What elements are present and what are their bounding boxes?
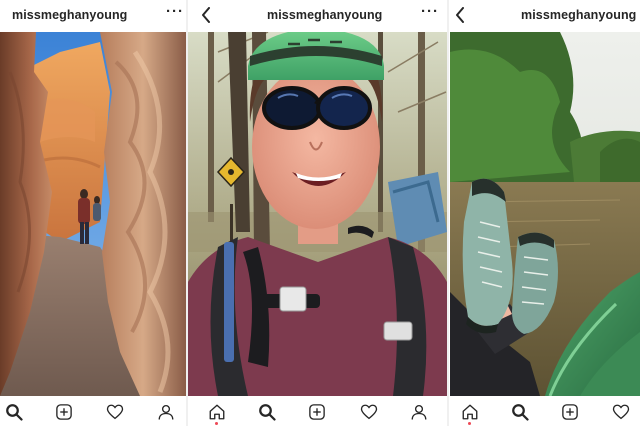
home-icon[interactable] [208,403,226,421]
screen-post-river: missmeghanyoung [450,0,640,426]
profile-icon[interactable] [157,403,175,421]
screen-post-canyon: missmeghanyoung ··· [0,0,186,426]
bottom-nav [188,398,447,426]
username-link[interactable]: missmeghanyoung [267,8,382,22]
selfie-with-helmet-photo [188,32,447,396]
search-icon[interactable] [511,403,529,421]
profile-icon[interactable] [410,403,428,421]
heart-icon[interactable] [612,403,630,421]
screen-divider [447,0,449,426]
search-icon[interactable] [5,403,23,421]
activity-dot [215,422,218,425]
bottom-nav [0,398,186,426]
post-photo[interactable] [450,32,640,396]
post-header: missmeghanyoung [450,0,640,30]
three-phone-screens: missmeghanyoung ··· missmeghanyoung ··· … [0,0,640,426]
activity-dot [468,422,471,425]
post-header: missmeghanyoung ··· [0,0,186,30]
post-photo[interactable] [188,32,447,396]
search-icon[interactable] [258,403,276,421]
slot-canyon-hiker-photo [0,32,186,396]
back-chevron-icon[interactable] [200,7,212,23]
more-options-button[interactable]: ··· [421,4,439,20]
bottom-nav [450,398,640,426]
username-link[interactable]: missmeghanyoung [521,8,636,22]
post-photo[interactable] [0,32,186,396]
add-post-icon[interactable] [561,403,579,421]
add-post-icon[interactable] [55,403,73,421]
screen-post-selfie: missmeghanyoung ··· [188,0,447,426]
post-header: missmeghanyoung ··· [188,0,447,30]
username-link[interactable]: missmeghanyoung [12,8,127,22]
home-icon[interactable] [461,403,479,421]
river-boat-shoes-photo [450,32,640,396]
heart-icon[interactable] [106,403,124,421]
more-options-button[interactable]: ··· [166,4,184,20]
heart-icon[interactable] [360,403,378,421]
back-chevron-icon[interactable] [454,7,466,23]
add-post-icon[interactable] [308,403,326,421]
